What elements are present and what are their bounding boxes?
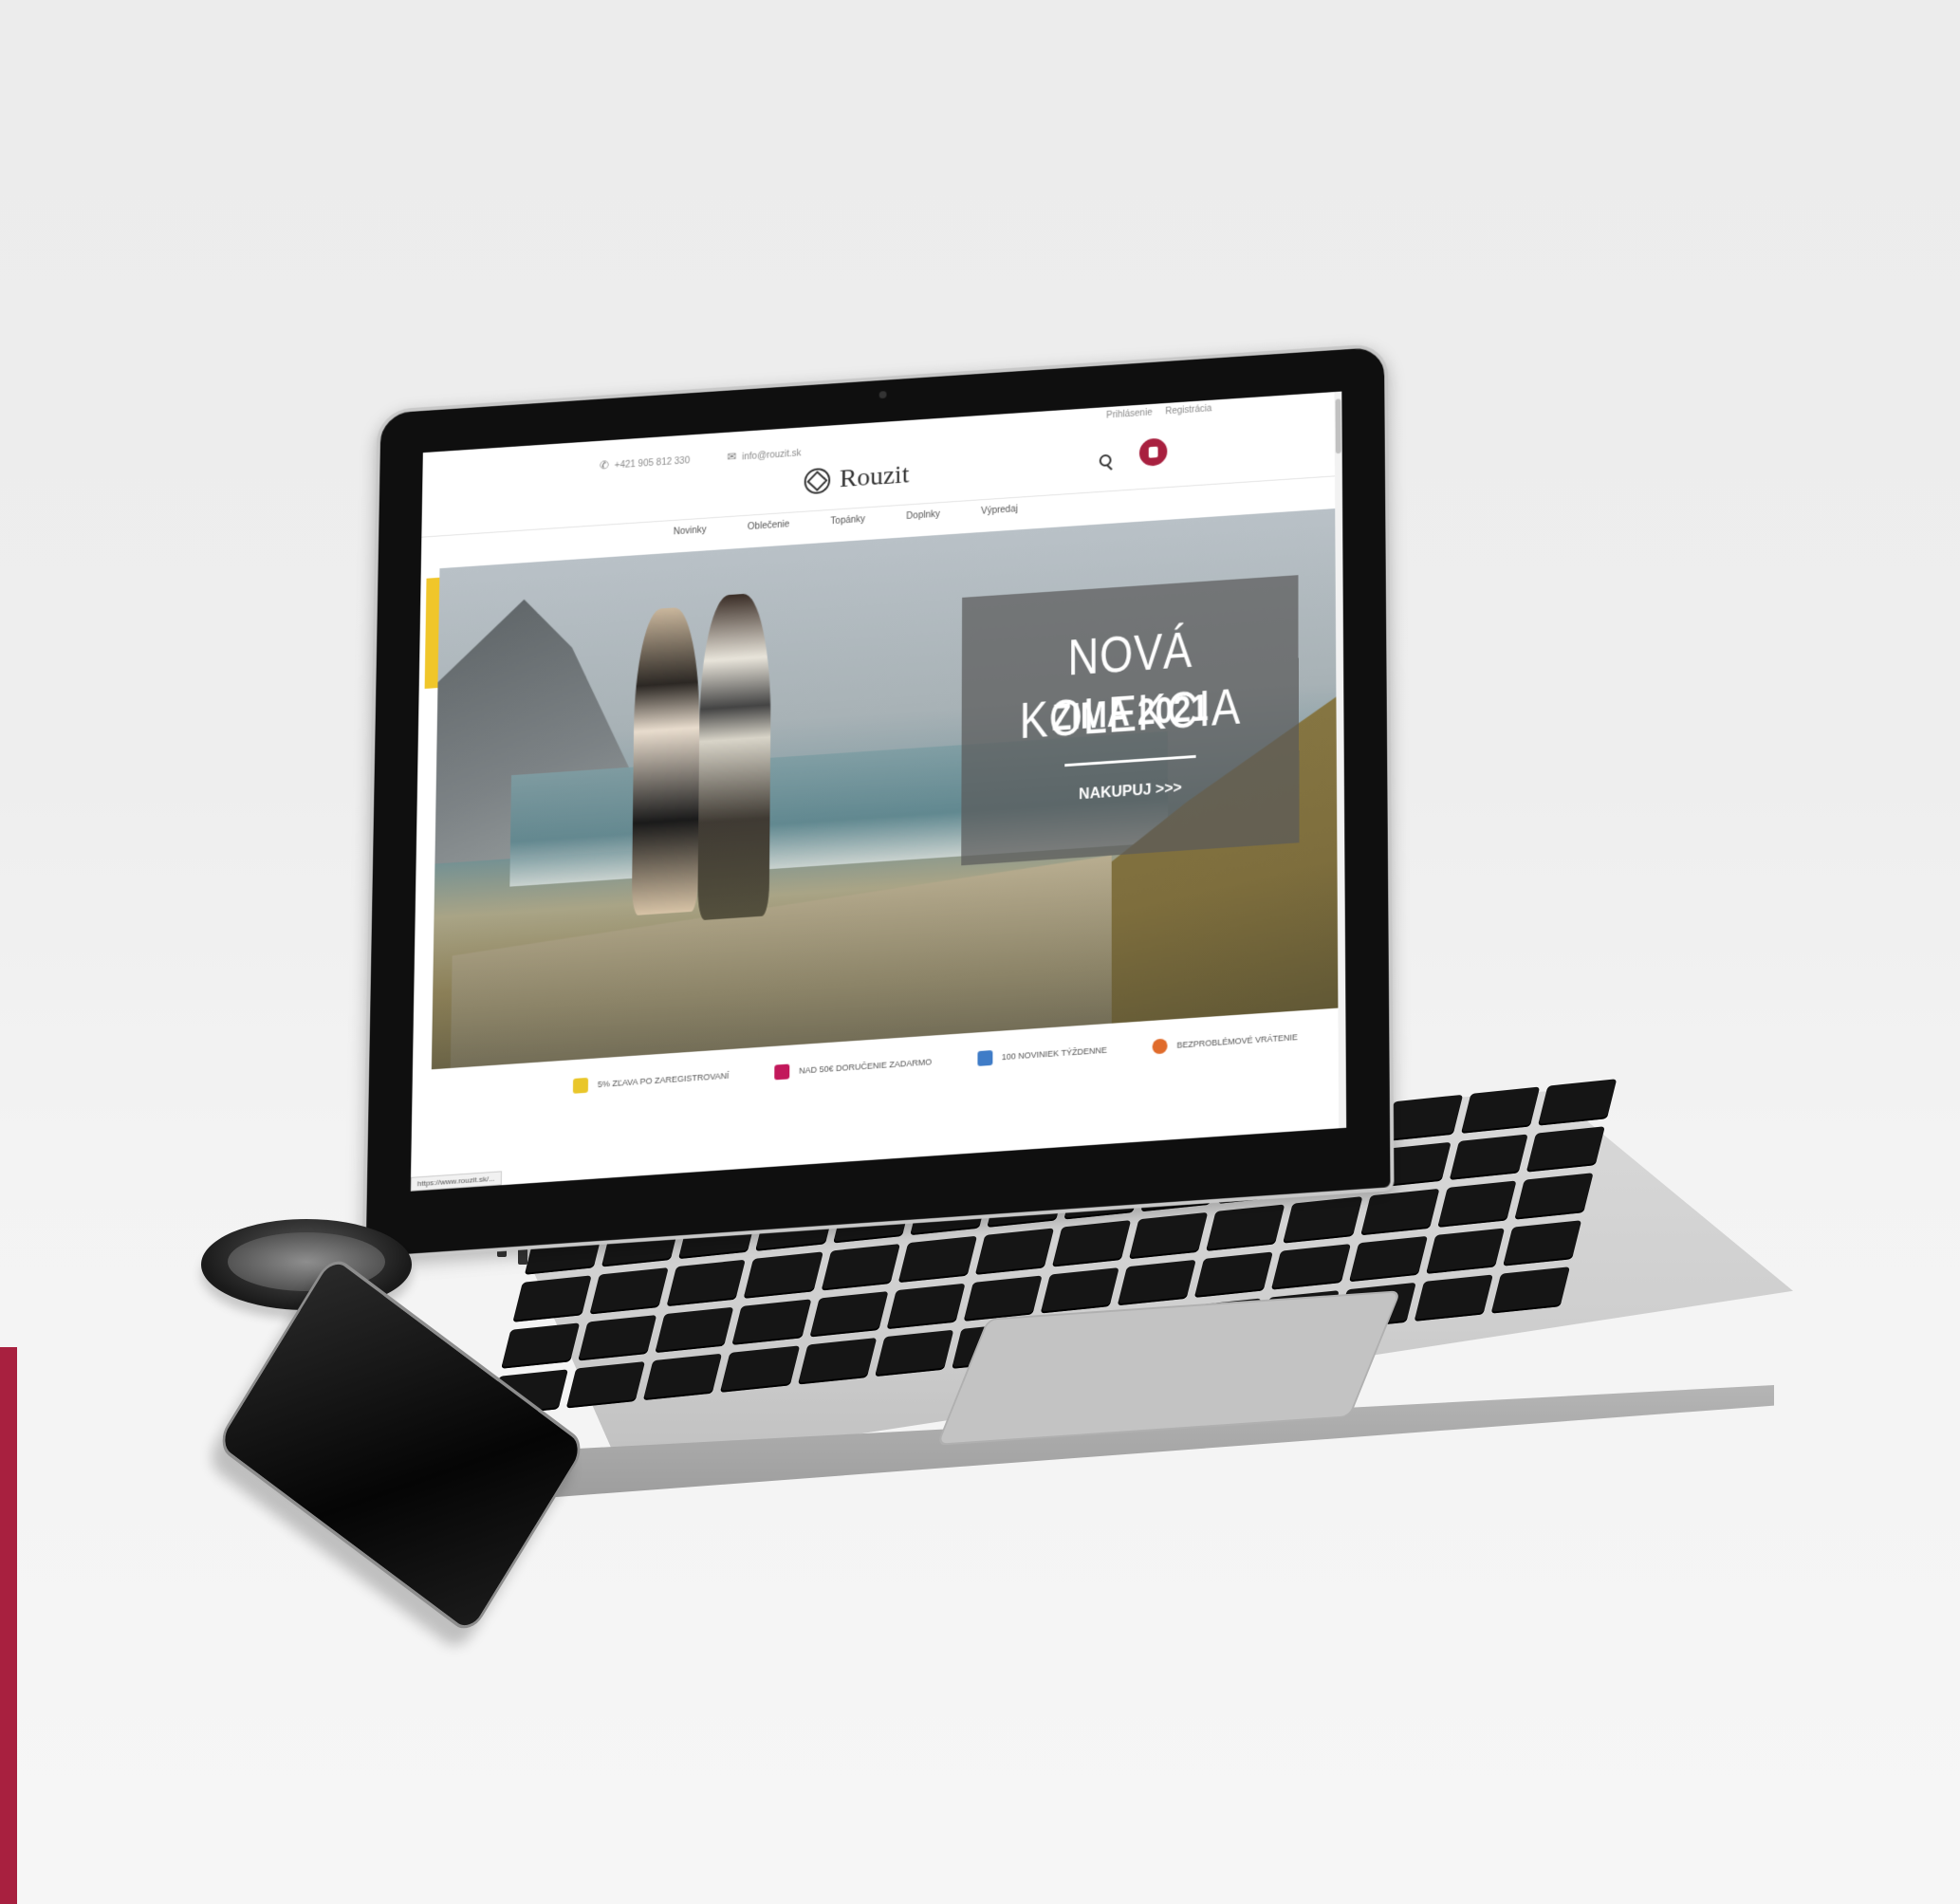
key xyxy=(1051,1220,1132,1267)
key xyxy=(1040,1266,1119,1314)
key xyxy=(1460,1086,1541,1134)
key xyxy=(1193,1251,1274,1299)
key xyxy=(1414,1274,1493,1322)
hero-model-left xyxy=(631,605,701,916)
key xyxy=(1271,1243,1351,1291)
feature-label: NAD 50€ DORUČENIE ZADARMO xyxy=(799,1057,933,1076)
feature-item: NAD 50€ DORUČENIE ZADARMO xyxy=(774,1054,933,1081)
accent-bar xyxy=(0,1347,17,1904)
key xyxy=(1206,1204,1285,1251)
key xyxy=(565,1361,646,1409)
contact-phone-text: +421 905 812 330 xyxy=(614,455,691,471)
key xyxy=(808,1290,889,1338)
hero-banner[interactable]: NOVÁ KOLEKCIA ZIMA 2021 NAKUPUJ >>> xyxy=(431,508,1346,1070)
key xyxy=(1425,1228,1506,1275)
contact-phone[interactable]: ✆ +421 905 812 330 xyxy=(599,453,691,472)
laptop-screen: ✆ +421 905 812 330 ✉ info@rouzit.sk Prihlá… xyxy=(410,391,1347,1192)
laptop-lid: ✆ +421 905 812 330 ✉ info@rouzit.sk Prihlá… xyxy=(361,342,1395,1262)
key xyxy=(512,1275,592,1322)
key xyxy=(1283,1196,1362,1244)
logo-text: Rouzit xyxy=(839,460,910,493)
cart-button[interactable] xyxy=(1138,437,1168,468)
mail-icon: ✉ xyxy=(727,450,737,464)
register-link[interactable]: Registrácia xyxy=(1165,404,1211,417)
key xyxy=(821,1244,900,1291)
key xyxy=(1514,1173,1594,1220)
feature-item: 5% ZĽAVA PO ZAREGISTROVANÍ xyxy=(572,1068,730,1094)
key xyxy=(1348,1235,1428,1283)
phone-icon: ✆ xyxy=(599,458,609,472)
key xyxy=(720,1345,800,1393)
key xyxy=(1359,1189,1440,1236)
key xyxy=(1490,1266,1570,1314)
key xyxy=(666,1259,747,1306)
key xyxy=(1117,1259,1197,1306)
key xyxy=(1436,1180,1517,1228)
feature-label: BEZPROBLÉMOVÉ VRÁTENIE xyxy=(1176,1032,1298,1050)
nav-item-topanky[interactable]: Topánky xyxy=(830,514,865,527)
scrollbar[interactable] xyxy=(1334,391,1347,1129)
logo-mark-icon xyxy=(804,467,831,495)
key xyxy=(897,1235,977,1284)
return-icon xyxy=(1152,1038,1168,1055)
key xyxy=(1537,1079,1618,1126)
nav-item-novinky[interactable]: Novinky xyxy=(674,525,707,537)
key xyxy=(655,1306,734,1354)
key xyxy=(1525,1125,1605,1173)
bag-icon xyxy=(1148,446,1158,458)
hero-promo-box: NOVÁ KOLEKCIA ZIMA 2021 NAKUPUJ >>> xyxy=(961,575,1300,866)
nav-item-doplnky[interactable]: Doplnky xyxy=(906,509,940,522)
hero-divider xyxy=(1064,754,1196,767)
feature-label: 100 NOVINIEK TÝŽDENNE xyxy=(1001,1044,1107,1063)
key xyxy=(501,1322,581,1370)
top-contact: ✆ +421 905 812 330 ✉ info@rouzit.sk xyxy=(600,446,802,472)
nav-item-vypredaj[interactable]: Výpredaj xyxy=(981,504,1018,516)
search-icon[interactable] xyxy=(1098,452,1119,473)
key xyxy=(578,1314,657,1361)
key xyxy=(1449,1134,1528,1181)
camera-icon xyxy=(878,391,887,399)
shop-now-button[interactable]: NAKUPUJ >>> xyxy=(961,772,1299,812)
box-icon xyxy=(977,1050,992,1066)
key xyxy=(731,1299,812,1346)
contact-email[interactable]: ✉ info@rouzit.sk xyxy=(727,446,801,464)
account-links: Prihlásenie Registrácia xyxy=(1106,404,1211,421)
key xyxy=(643,1354,723,1401)
key xyxy=(744,1251,823,1299)
hero-model-right xyxy=(697,592,772,921)
hero-shore xyxy=(450,856,1111,1070)
feature-label: 5% ZĽAVA PO ZAREGISTROVANÍ xyxy=(597,1070,730,1090)
key xyxy=(974,1228,1055,1275)
key xyxy=(1129,1211,1209,1260)
key xyxy=(797,1338,877,1385)
status-url: https://www.rouzit.sk/... xyxy=(410,1171,502,1192)
key xyxy=(1502,1219,1582,1267)
feature-item: 100 NOVINIEK TÝŽDENNE xyxy=(977,1043,1107,1066)
search-icon-lens xyxy=(1099,453,1112,468)
login-link[interactable]: Prihlásenie xyxy=(1106,408,1152,421)
nav-item-oblecenie[interactable]: Oblečenie xyxy=(748,519,789,532)
key xyxy=(1383,1094,1463,1141)
tag-icon xyxy=(572,1077,589,1094)
key xyxy=(874,1330,954,1377)
truck-icon xyxy=(774,1063,790,1081)
key xyxy=(589,1267,669,1315)
site-logo[interactable]: Rouzit xyxy=(804,460,910,496)
scrollbar-thumb[interactable] xyxy=(1335,398,1341,454)
feature-item: BEZPROBLÉMOVÉ VRÁTENIE xyxy=(1152,1029,1298,1055)
key xyxy=(886,1283,966,1330)
contact-email-text: info@rouzit.sk xyxy=(742,448,802,463)
search-icon-handle xyxy=(1106,464,1113,471)
